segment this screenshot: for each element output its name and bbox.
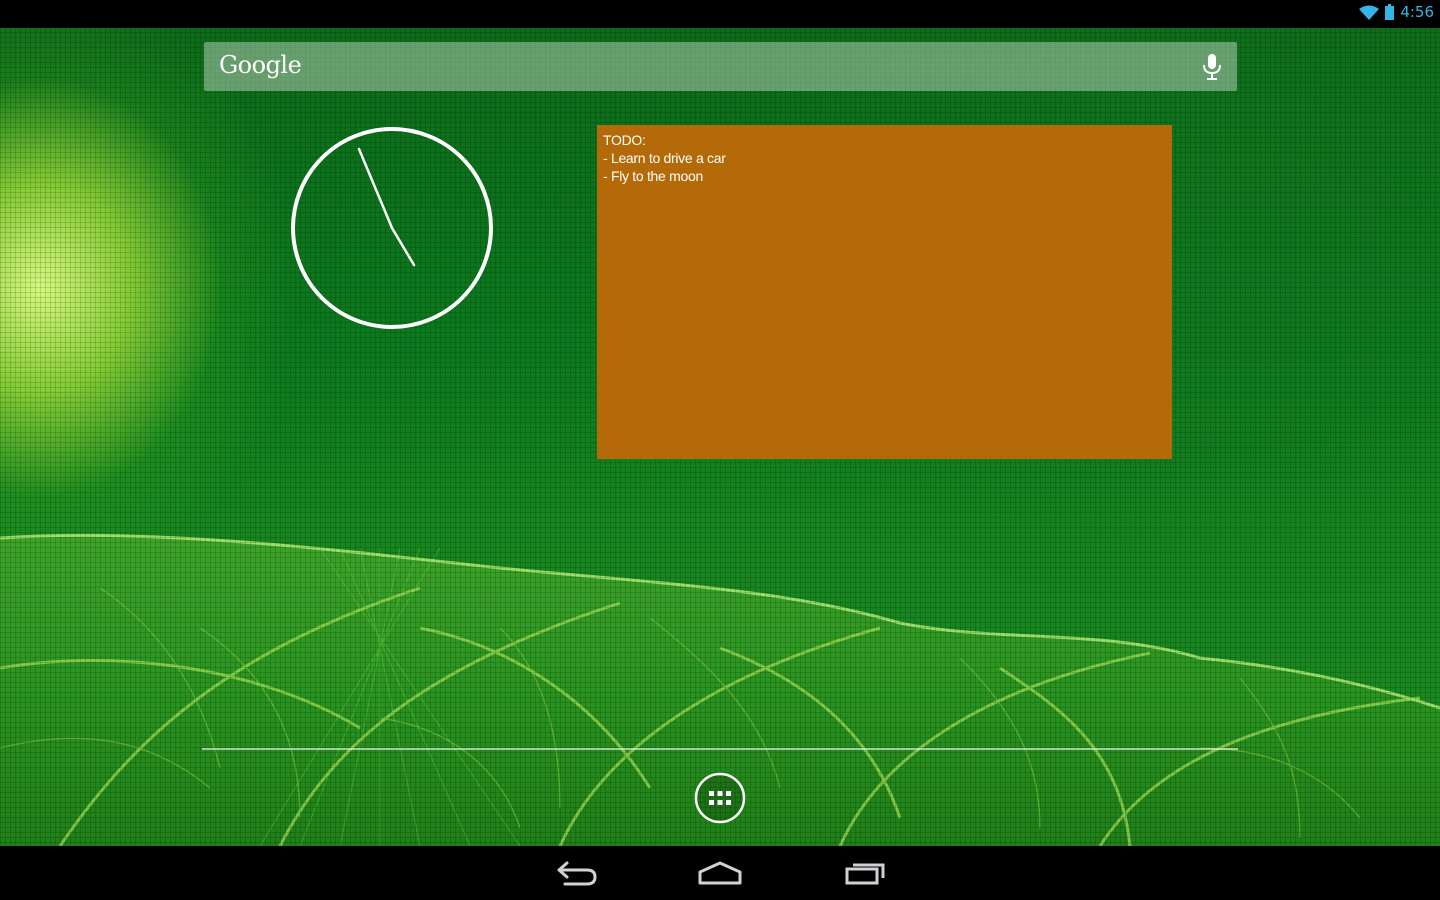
note-widget[interactable]: TODO: - Learn to drive a car - Fly to th… bbox=[597, 125, 1172, 459]
wifi-icon bbox=[1359, 5, 1380, 20]
home-icon[interactable] bbox=[696, 858, 744, 888]
clock-minute-hand bbox=[357, 147, 394, 230]
status-time: 4:56 bbox=[1400, 3, 1434, 21]
navigation-bar bbox=[0, 846, 1440, 900]
note-item: - Fly to the moon bbox=[603, 168, 703, 184]
back-icon[interactable] bbox=[553, 858, 601, 888]
clock-hour-hand bbox=[390, 226, 416, 267]
note-item: - Learn to drive a car bbox=[603, 150, 726, 166]
all-apps-button[interactable] bbox=[694, 772, 746, 824]
recents-icon[interactable] bbox=[842, 858, 890, 888]
mic-icon[interactable] bbox=[1201, 53, 1223, 81]
battery-icon bbox=[1385, 4, 1395, 20]
note-title: TODO: bbox=[603, 132, 646, 148]
status-icons: 4:56 bbox=[1359, 3, 1434, 21]
dock-divider bbox=[202, 748, 1238, 750]
home-screen: 4:56 Google TODO: - Learn to drive a car… bbox=[0, 0, 1440, 900]
status-bar[interactable]: 4:56 bbox=[0, 0, 1440, 28]
google-logo[interactable]: Google bbox=[219, 51, 302, 79]
analog-clock-widget[interactable] bbox=[290, 126, 494, 330]
google-search-bar[interactable]: Google bbox=[204, 42, 1237, 91]
